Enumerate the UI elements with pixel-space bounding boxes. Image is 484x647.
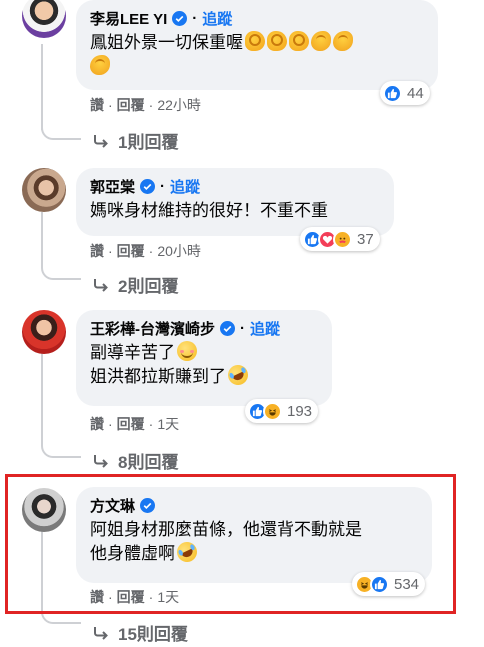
reaction-summary[interactable]: 193 xyxy=(245,399,319,423)
thread-line xyxy=(41,264,81,280)
thread-line xyxy=(41,44,43,130)
thread-line xyxy=(41,212,43,268)
commenter-name[interactable]: 郭亞棠 xyxy=(90,176,135,197)
reply-arrow-icon xyxy=(94,134,108,148)
reaction-count: 37 xyxy=(357,230,374,248)
comment-text: 媽咪身材維持的很好！不重不重 xyxy=(90,201,328,220)
reply-arrow-icon xyxy=(94,278,108,292)
smiling-emoji-icon xyxy=(177,341,197,361)
comment-text: 鳳姐外景一切保重喔 xyxy=(90,31,424,55)
reply-link[interactable]: 回覆 xyxy=(117,97,145,113)
muscle-emoji-icon xyxy=(311,31,331,51)
timestamp[interactable]: 1天 xyxy=(157,416,179,432)
muscle-emoji-icon xyxy=(90,55,110,75)
follow-link[interactable]: 追蹤 xyxy=(250,318,280,339)
comment-actions: 讚 · 回覆 · 20小時 xyxy=(90,243,201,259)
like-reaction-icon xyxy=(383,83,402,103)
muscle-emoji-icon xyxy=(333,31,353,51)
thread-line xyxy=(41,442,81,458)
highlight-box xyxy=(5,474,456,614)
avatar[interactable] xyxy=(22,310,66,354)
reply-link[interactable]: 回覆 xyxy=(117,243,145,259)
verified-badge-icon xyxy=(140,178,156,194)
reaction-summary[interactable]: 44 xyxy=(380,81,430,105)
timestamp[interactable]: 22小時 xyxy=(157,97,201,113)
separator-dot: · xyxy=(192,9,198,27)
care-reaction-icon xyxy=(333,229,352,249)
separator-dot: · xyxy=(240,319,245,337)
ok-hand-emoji-icon xyxy=(245,31,265,51)
ok-hand-emoji-icon xyxy=(289,31,309,51)
verified-badge-icon xyxy=(220,320,235,336)
view-replies-link[interactable]: 1則回覆 xyxy=(92,128,178,153)
comment-bubble: 李易LEE YI · 追蹤 鳳姐外景一切保重喔 xyxy=(76,0,438,90)
haha-reaction-icon xyxy=(263,401,282,421)
thread-line xyxy=(41,352,43,446)
comment-bubble: 王彩樺-台灣濱崎步 · 追蹤 副導辛苦了 姐洪都拉斯賺到了 xyxy=(76,310,332,406)
avatar[interactable] xyxy=(22,168,66,212)
comment-text xyxy=(90,55,424,79)
view-replies-link[interactable]: 8則回覆 xyxy=(92,448,178,473)
reply-arrow-icon xyxy=(94,454,108,468)
timestamp[interactable]: 20小時 xyxy=(157,243,201,259)
reply-link[interactable]: 回覆 xyxy=(117,416,145,432)
reaction-count: 193 xyxy=(287,402,313,420)
comment-actions: 讚 · 回覆 · 1天 xyxy=(90,416,180,432)
like-link[interactable]: 讚 xyxy=(90,97,104,113)
comment-text: 姐洪都拉斯賺到了 xyxy=(90,361,318,389)
reaction-count: 44 xyxy=(407,84,424,102)
avatar[interactable] xyxy=(22,0,66,38)
comment-bubble: 郭亞棠 · 追蹤 媽咪身材維持的很好！不重不重 xyxy=(76,168,394,236)
reaction-summary[interactable]: 37 xyxy=(300,227,380,251)
comment-text: 副導辛苦了 xyxy=(90,341,318,365)
thread-line xyxy=(41,124,81,140)
separator-dot: · xyxy=(160,177,166,195)
commenter-name[interactable]: 王彩樺-台灣濱崎步 xyxy=(90,318,215,339)
rofl-emoji-icon xyxy=(224,361,252,389)
follow-link[interactable]: 追蹤 xyxy=(202,8,232,29)
ok-hand-emoji-icon xyxy=(267,31,287,51)
like-link[interactable]: 讚 xyxy=(90,416,104,432)
commenter-name[interactable]: 李易LEE YI xyxy=(90,8,167,29)
comment-actions: 讚 · 回覆 · 22小時 xyxy=(90,97,201,113)
view-replies-link[interactable]: 15則回覆 xyxy=(92,620,188,645)
view-replies-link[interactable]: 2則回覆 xyxy=(92,272,178,297)
like-link[interactable]: 讚 xyxy=(90,243,104,259)
verified-badge-icon xyxy=(172,10,188,26)
reply-arrow-icon xyxy=(94,626,108,640)
follow-link[interactable]: 追蹤 xyxy=(170,176,200,197)
